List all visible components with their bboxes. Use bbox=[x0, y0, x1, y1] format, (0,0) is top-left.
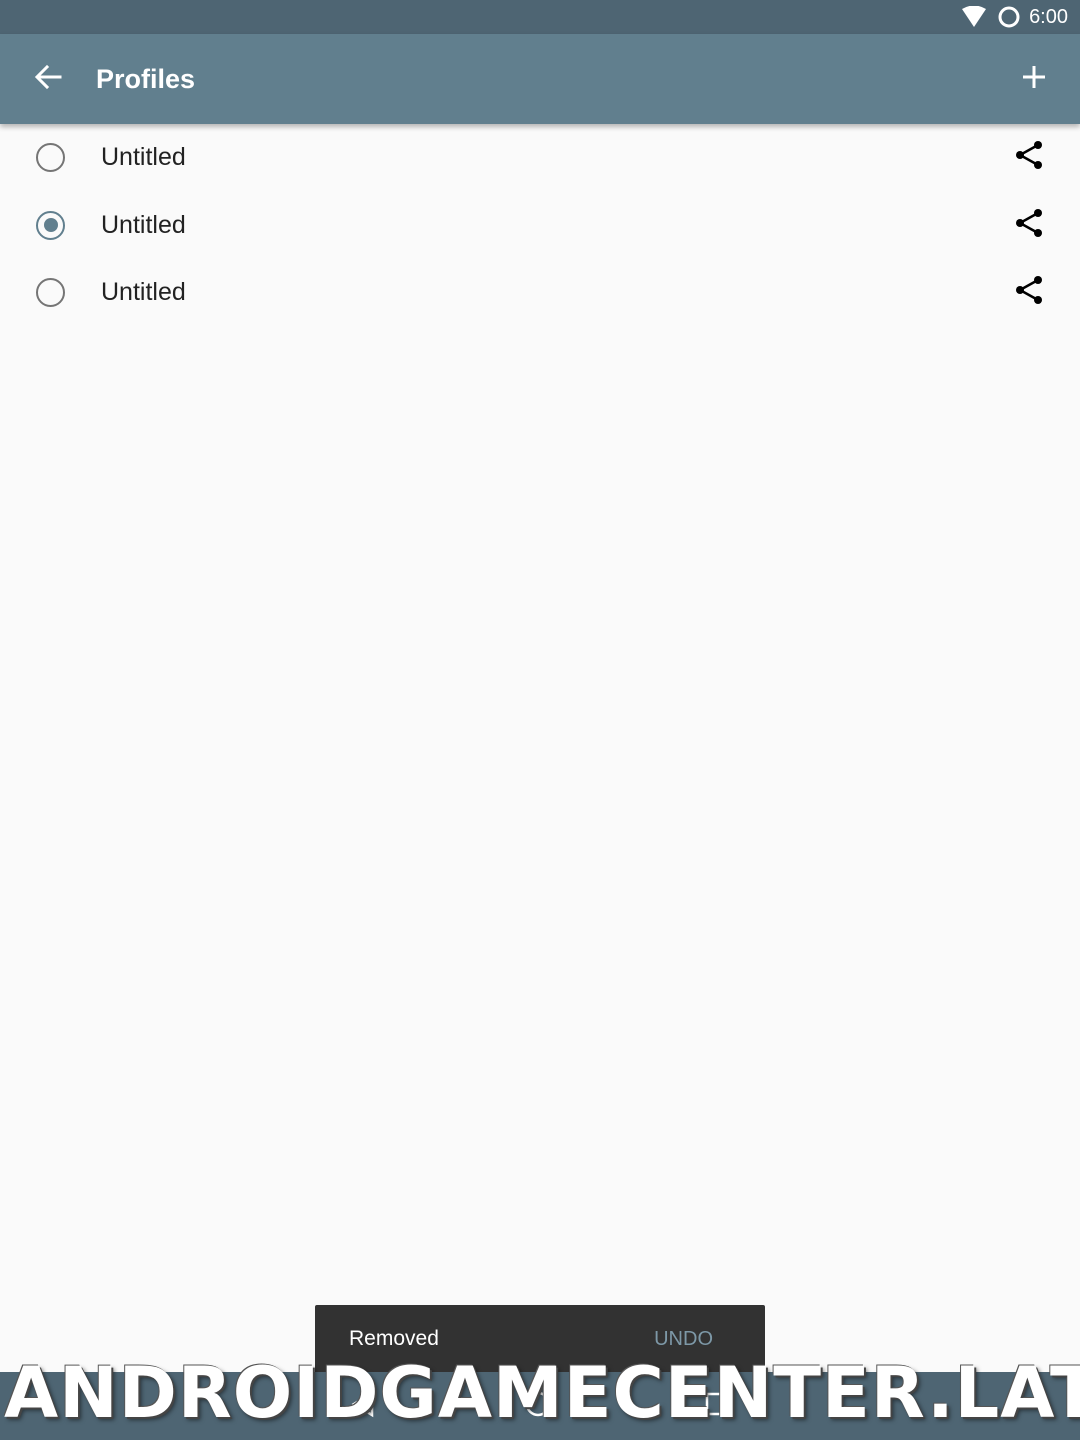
add-profile-button[interactable] bbox=[1010, 55, 1058, 103]
navigation-bar bbox=[0, 1372, 1080, 1440]
undo-button[interactable]: UNDO bbox=[654, 1328, 713, 1351]
nav-recents-icon bbox=[703, 1390, 731, 1423]
nav-home-icon bbox=[523, 1389, 553, 1424]
screen: 6:00 Profiles Untitled Untitled Untitled… bbox=[0, 0, 1080, 1440]
profile-name: Untitled bbox=[101, 278, 186, 307]
share-button[interactable] bbox=[1012, 208, 1046, 242]
snackbar: Removed UNDO bbox=[315, 1305, 765, 1375]
profile-row[interactable]: Untitled bbox=[0, 259, 1080, 327]
profile-row[interactable]: Untitled bbox=[0, 124, 1080, 192]
snackbar-message: Removed bbox=[349, 1327, 439, 1350]
status-bar: 6:00 bbox=[0, 0, 1080, 34]
profile-row[interactable]: Untitled bbox=[0, 192, 1080, 260]
profile-name: Untitled bbox=[101, 210, 186, 239]
radio-dot bbox=[43, 218, 58, 233]
status-time: 6:00 bbox=[1029, 5, 1068, 28]
share-icon bbox=[1014, 208, 1044, 243]
profile-list: Untitled Untitled Untitled bbox=[0, 124, 1080, 327]
nav-home-button[interactable] bbox=[518, 1386, 558, 1426]
profile-name: Untitled bbox=[101, 143, 186, 172]
profile-radio-selected[interactable] bbox=[36, 210, 65, 240]
nav-back-icon bbox=[348, 1389, 378, 1424]
page-title: Profiles bbox=[96, 64, 196, 94]
nav-back-button[interactable] bbox=[343, 1386, 383, 1426]
share-button[interactable] bbox=[1012, 141, 1046, 175]
share-icon bbox=[1014, 140, 1044, 175]
profile-radio[interactable] bbox=[36, 143, 65, 173]
plus-icon bbox=[1021, 64, 1047, 95]
nav-recents-button[interactable] bbox=[697, 1386, 737, 1426]
profile-radio[interactable] bbox=[36, 278, 65, 308]
arrow-back-icon bbox=[34, 63, 62, 96]
app-bar: Profiles bbox=[0, 34, 1080, 124]
wifi-icon bbox=[961, 6, 987, 28]
share-button[interactable] bbox=[1012, 276, 1046, 310]
back-button[interactable] bbox=[24, 55, 72, 103]
sync-circle-icon bbox=[997, 5, 1021, 29]
share-icon bbox=[1014, 275, 1044, 310]
